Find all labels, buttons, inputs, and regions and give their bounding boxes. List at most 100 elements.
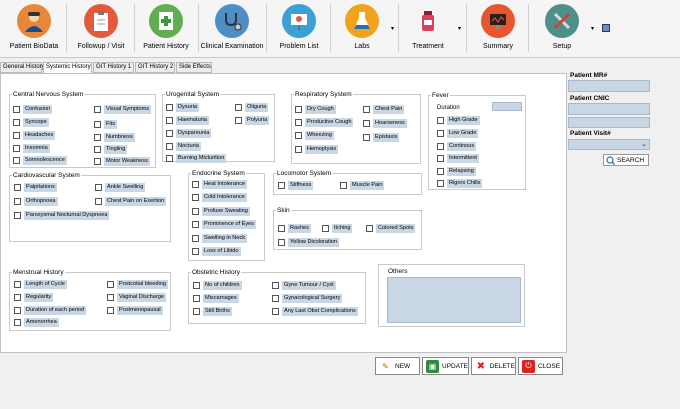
loco-stiffness-checkbox[interactable]: Stiffness [278, 181, 314, 190]
others-textarea[interactable] [387, 277, 521, 323]
resp-wheezing-checkbox[interactable]: Wheezing [295, 131, 334, 140]
cns-insomnia-checkbox[interactable]: Insomnia [13, 144, 50, 153]
tab-git-history-2[interactable]: GIT History 2 [135, 62, 175, 73]
endo-prominence-eyes-checkbox[interactable]: Prominence of Eyes [192, 220, 257, 229]
cns-motor-weakness-checkbox[interactable]: Motor Weakness [94, 157, 150, 166]
uro-dysuria-checkbox[interactable]: Dysuria [166, 103, 199, 112]
delete-button[interactable]: ✖ DELETE [471, 357, 516, 375]
endo-swelling-neck-checkbox[interactable]: Swelling in Neck [192, 234, 248, 243]
cardio-chest-pain-exertion-checkbox[interactable]: Chest Pain on Exertion [95, 197, 167, 206]
problem-list-button[interactable]: Problem List [272, 2, 326, 54]
uro-dyspareunia-checkbox[interactable]: Dyspareunia [166, 129, 212, 138]
cns-numbness-checkbox[interactable]: Numbness [94, 133, 135, 142]
fever-high-grade-checkbox[interactable]: High Grade [437, 116, 480, 125]
obst-gyn-surgery-checkbox[interactable]: Gynacological Surgery [272, 294, 343, 303]
mens-duration-period-checkbox[interactable]: Duration of each period [14, 306, 87, 315]
chevron-down-icon: ⌄ [641, 141, 647, 148]
skin-rashes-checkbox[interactable]: Rashes [278, 224, 311, 233]
obst-no-children-checkbox[interactable]: No of children [193, 281, 242, 290]
cardio-orthopnoea-checkbox[interactable]: Orthopnoea [14, 197, 58, 206]
obstetric-title: Obstetric History [191, 269, 242, 276]
followup-visit-button[interactable]: Followup / Visit [70, 2, 132, 54]
update-button[interactable]: ▣ UPDATE [422, 357, 469, 375]
labs-dropdown-icon[interactable]: ▾ [391, 25, 394, 32]
resp-dry-cough-checkbox[interactable]: Dry Cough [295, 105, 336, 114]
labs-button[interactable]: Labs [340, 2, 384, 54]
cns-syncope-checkbox[interactable]: Syncope [13, 118, 49, 127]
cns-headaches-checkbox[interactable]: Headaches [13, 131, 56, 140]
fever-low-grade-checkbox[interactable]: Low Grade [437, 129, 479, 138]
cns-tingling-checkbox[interactable]: Tingling [94, 145, 128, 154]
endo-loss-libido-checkbox[interactable]: Loss of Libido [192, 247, 241, 256]
search-button[interactable]: SEARCH [603, 154, 649, 166]
cardio-ankle-swelling-checkbox[interactable]: Ankle Swelling [95, 183, 146, 192]
endocrine-group: Endocrine System Heat Intolerance Cold I… [188, 170, 265, 261]
cardiovascular-group: Cardiovascular System Palpitations Ortho… [9, 172, 171, 242]
fever-intermittent-checkbox[interactable]: Intermittent [437, 154, 479, 163]
uro-burning-micturition-checkbox[interactable]: Burning Micturition [166, 154, 227, 163]
search-icon [606, 155, 615, 165]
cns-confusion-checkbox[interactable]: Confusion [13, 105, 53, 114]
endocrine-title: Endocrine System [191, 170, 246, 177]
resp-epistaxis-checkbox[interactable]: Epistaxis [363, 133, 400, 142]
uro-haematuria-checkbox[interactable]: Haematuria [166, 116, 209, 125]
cns-fits-checkbox[interactable]: Fits [94, 120, 118, 129]
treatment-dropdown-icon[interactable]: ▾ [458, 25, 461, 32]
cardio-palpitations-checkbox[interactable]: Palpitations [14, 183, 57, 192]
treatment-button[interactable]: Treatment [408, 2, 448, 54]
resp-hemoptysis-checkbox[interactable]: Hemoptysis [295, 145, 339, 154]
endo-heat-intolerance-checkbox[interactable]: Heat Intolerance [192, 180, 248, 189]
fever-duration-input[interactable] [492, 102, 522, 111]
obstetric-group: Obstetric History No of children Miscarr… [188, 269, 366, 324]
window-icon[interactable] [602, 24, 610, 32]
obst-gyne-tumour-checkbox[interactable]: Gyne Tumour / Cyst [272, 281, 336, 290]
patient-biodata-button[interactable]: Patient BioData [6, 2, 62, 54]
obst-still-births-checkbox[interactable]: Still Births [193, 307, 232, 316]
uro-nocturia-checkbox[interactable]: Nocturia [166, 142, 201, 151]
mens-amenorrhea-checkbox[interactable]: Amenorrhea [14, 318, 59, 327]
tab-general-history[interactable]: General History [0, 62, 45, 73]
obst-last-complications-checkbox[interactable]: Any Last Obst Complications [272, 307, 358, 316]
resp-productive-cough-checkbox[interactable]: Productive Cough [295, 118, 354, 127]
fever-continous-checkbox[interactable]: Continous [437, 142, 477, 151]
new-button[interactable]: ✎ NEW [375, 357, 420, 375]
cns-title: Central Nervous System [12, 91, 85, 98]
mens-vaginal-discharge-checkbox[interactable]: Vaginal Discharge [107, 293, 166, 302]
endo-cold-intolerance-checkbox[interactable]: Cold Intolerance [192, 193, 247, 202]
setup-button[interactable]: Setup [540, 2, 584, 54]
cardio-pnd-checkbox[interactable]: Paroxysmal Nocturnal Dyspnoea [14, 211, 110, 220]
resp-chest-pain-checkbox[interactable]: Chest Pain [363, 105, 405, 114]
cns-visual-symptoms-checkbox[interactable]: Visual Symptoms [94, 105, 152, 114]
skin-itching-checkbox[interactable]: Itching [322, 224, 353, 233]
clinical-examination-button[interactable]: Clinical Examination [200, 2, 264, 54]
setup-dropdown-icon[interactable]: ▾ [591, 25, 594, 32]
resp-hoarseness-checkbox[interactable]: Hoarseness [363, 119, 407, 128]
patient-history-button[interactable]: Patient History [138, 2, 194, 54]
patient-cnic-input-2[interactable] [568, 117, 650, 128]
mens-postcoital-bleeding-checkbox[interactable]: Postcoital bleeding [107, 280, 168, 289]
uro-polyuria-checkbox[interactable]: Polyuria [235, 116, 270, 125]
close-button[interactable]: ⏻ CLOSE [518, 357, 563, 375]
fever-relapsing-checkbox[interactable]: Relapsing [437, 167, 476, 176]
cns-somnolescence-checkbox[interactable]: Somnolescence [13, 156, 67, 165]
loco-muscle-pain-checkbox[interactable]: Muscle Pain [340, 181, 385, 190]
medical-chart-icon [149, 4, 183, 38]
mens-length-cycle-checkbox[interactable]: Length of Cycle [14, 280, 67, 289]
fever-rigors-chills-checkbox[interactable]: Rigors Chills [437, 179, 483, 188]
summary-button[interactable]: Summary [476, 2, 520, 54]
delete-icon: ✖ [476, 360, 486, 372]
obst-miscarriages-checkbox[interactable]: Miscarriages [193, 294, 239, 303]
patient-mr-input[interactable] [568, 80, 650, 92]
uro-oliguria-checkbox[interactable]: Oliguria [235, 103, 269, 112]
patient-visit-select[interactable]: ⌄ [568, 139, 650, 150]
patient-cnic-input[interactable] [568, 103, 650, 115]
mens-postmenopausal-checkbox[interactable]: Postmenopausal [107, 306, 163, 315]
endo-profuse-sweating-checkbox[interactable]: Profuse Sweating [192, 207, 250, 216]
tab-side-effects[interactable]: Side Effects [176, 62, 212, 73]
tab-git-history-1[interactable]: GIT History 1 [93, 62, 134, 73]
mens-regularity-checkbox[interactable]: Regularity [14, 293, 54, 302]
urogenital-group: Urogenital System Dysuria Haematuria Dys… [162, 91, 275, 163]
skin-colored-spots-checkbox[interactable]: Colored Spots [366, 224, 416, 233]
skin-yellow-dicoloration-checkbox[interactable]: Yellow Dicoloration [278, 238, 340, 247]
main-toolbar: Patient BioData Followup / Visit Patient… [0, 0, 680, 58]
